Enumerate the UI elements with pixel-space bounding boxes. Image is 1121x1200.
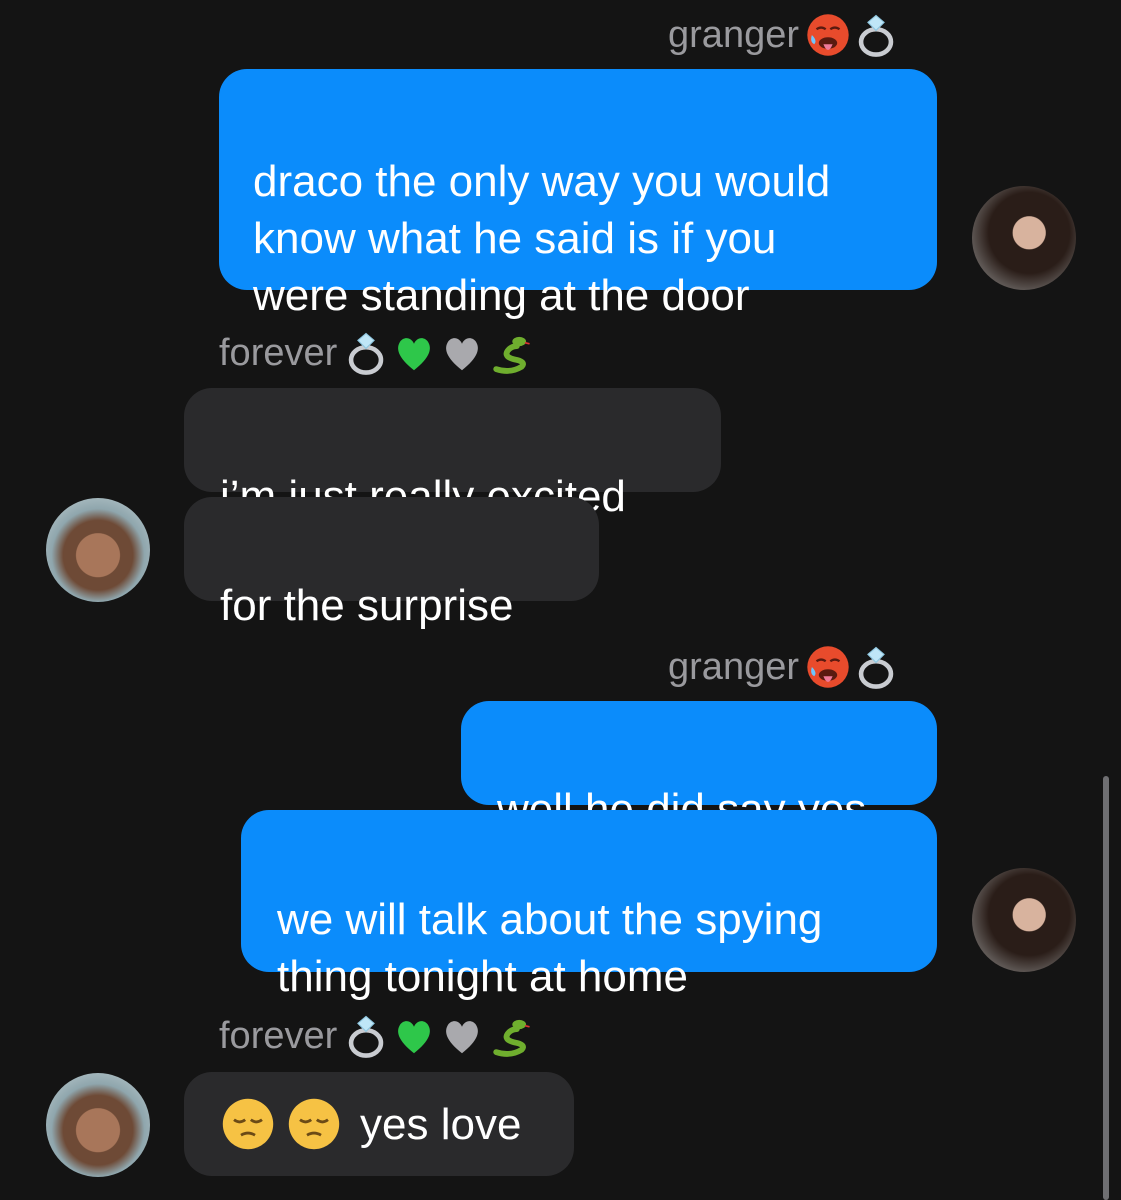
sender-label: forever (219, 1014, 338, 1057)
pensive-face-emoji-icon (286, 1096, 342, 1152)
sender-name-forever: forever (219, 1013, 533, 1059)
grey-heart-emoji-icon (439, 1013, 485, 1059)
snake-emoji-icon (487, 1013, 533, 1059)
message-bubble-outgoing[interactable]: well he did say yes (461, 701, 937, 834)
sender-name-granger: granger (668, 12, 899, 58)
sender-label: forever (219, 331, 338, 374)
snake-emoji-icon (487, 330, 533, 376)
message-bubble-incoming[interactable]: for the surprise (184, 497, 599, 630)
sender-label: granger (668, 645, 799, 688)
hot-face-emoji-icon (805, 12, 851, 58)
scrollbar[interactable] (1103, 776, 1109, 1200)
ring-emoji-icon (343, 1013, 389, 1059)
message-text: yes love (360, 1099, 522, 1149)
message-text: for the surprise (220, 581, 514, 630)
green-heart-emoji-icon (391, 330, 437, 376)
message-text: draco the only way you would know what h… (253, 157, 831, 320)
hot-face-emoji-icon (805, 644, 851, 690)
ring-emoji-icon (853, 644, 899, 690)
ring-emoji-icon (853, 12, 899, 58)
message-bubble-outgoing[interactable]: draco the only way you would know what h… (219, 69, 937, 320)
message-bubble-incoming[interactable]: i’m just really excited (184, 388, 721, 521)
ring-emoji-icon (343, 330, 389, 376)
message-text: we will talk about the spying thing toni… (277, 895, 823, 1001)
pensive-face-emoji-icon (220, 1096, 276, 1152)
avatar-forever[interactable] (46, 498, 150, 602)
avatar-granger[interactable] (972, 186, 1076, 290)
sender-name-granger: granger (668, 644, 899, 690)
sender-label: granger (668, 13, 799, 56)
message-bubble-incoming[interactable]: yes love (184, 1072, 574, 1176)
sender-name-forever: forever (219, 330, 533, 376)
green-heart-emoji-icon (391, 1013, 437, 1059)
avatar-forever[interactable] (46, 1073, 150, 1177)
message-bubble-outgoing[interactable]: we will talk about the spying thing toni… (241, 810, 937, 1001)
avatar-granger[interactable] (972, 868, 1076, 972)
grey-heart-emoji-icon (439, 330, 485, 376)
